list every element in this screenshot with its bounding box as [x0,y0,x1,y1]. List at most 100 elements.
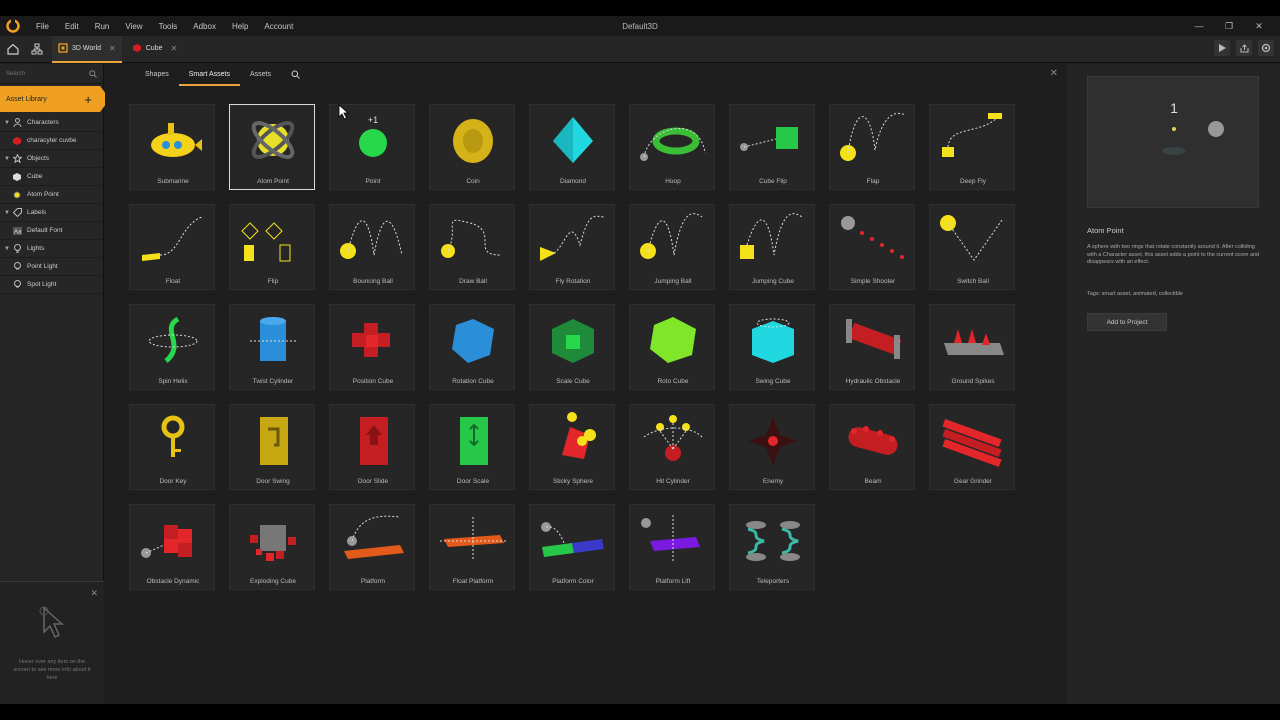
collapse-arrow-icon[interactable]: ▼ [4,156,12,162]
minimize-icon[interactable]: — [1184,16,1214,36]
asset-card-flap[interactable]: Flap [829,104,915,190]
asset-label: Twist Cylinder [252,378,294,385]
tab-shapes[interactable]: Shapes [135,64,179,86]
draw-ball-thumbnail-icon [441,219,501,258]
asset-card-jumping-ball[interactable]: Jumping Ball [629,204,715,290]
asset-card-obstacle-dynamic[interactable]: Obstacle Dynamic [129,504,215,590]
play-icon[interactable] [1214,40,1230,56]
asset-card-door-slide[interactable]: Door Slide [329,404,415,490]
asset-label: Coin [466,178,480,185]
tree-group-characters[interactable]: ▼ Characters [0,114,104,132]
asset-card-roto-cube[interactable]: Roto Cube [629,304,715,390]
asset-card-atom-point[interactable]: Atom Point [229,104,315,190]
label-icon [12,208,22,218]
collapse-arrow-icon[interactable]: ▼ [4,210,12,216]
search-field[interactable]: Search [0,64,103,84]
asset-label: Submarine [157,178,189,185]
asset-card-jumping-cube[interactable]: Jumping Cube [729,204,815,290]
add-to-project-button[interactable]: Add to Project [1087,313,1167,331]
add-icon[interactable]: + [84,92,92,107]
asset-card-switch-ball[interactable]: Switch Ball [929,204,1015,290]
tree-item[interactable]: Cube [0,168,104,186]
asset-card-fly-rotation[interactable]: Fly Rotation [529,204,615,290]
hierarchy-icon[interactable] [26,38,48,60]
title-bar: File Edit Run View Tools Adbox Help Account Def… [0,16,1280,36]
asset-card-hydraulic-obstacle[interactable]: Hydraulic Obstacle [829,304,915,390]
asset-card-door-key[interactable]: Door Key [129,404,215,490]
asset-card-ground-spikes[interactable]: Ground Spikes [929,304,1015,390]
asset-card-sticky-sphere[interactable]: Sticky Sphere [529,404,615,490]
close-tab-icon[interactable]: ✕ [170,44,177,53]
menu-item-file[interactable]: File [36,22,49,31]
asset-card-hit-cylinder[interactable]: Hit Cylinder [629,404,715,490]
svg-text:+1: +1 [368,115,378,125]
tree-group-lights[interactable]: ▼ Lights [0,240,104,258]
settings-icon[interactable] [1258,40,1274,56]
menu-item-adbox[interactable]: Adbox [193,22,216,31]
search-icon[interactable] [281,64,310,86]
asset-card-diamond[interactable]: Diamond [529,104,615,190]
tab-3d-world[interactable]: 3D World ✕ [52,35,122,63]
asset-card-platform[interactable]: Platform [329,504,415,590]
tree-group-labels[interactable]: ▼ Labels [0,204,104,222]
tree-item[interactable]: Aa Default Font [0,222,104,240]
menu-item-tools[interactable]: Tools [159,22,178,31]
asset-card-beam[interactable]: Beam [829,404,915,490]
asset-card-simple-shooter[interactable]: Simple Shooter [829,204,915,290]
asset-library-button[interactable]: Asset Library + [0,86,110,112]
asset-card-position-cube[interactable]: Position Cube [329,304,415,390]
asset-label: Deep Fly [959,178,986,185]
tab-cube[interactable]: Cube ✕ [126,36,183,63]
asset-card-flip[interactable]: Flip [229,204,315,290]
tree-item[interactable]: Atom Point [0,186,104,204]
float-thumbnail-icon [142,216,203,261]
tree-group-objects[interactable]: ▼ Objects [0,150,104,168]
asset-card-hoop[interactable]: Hoop [629,104,715,190]
tab-assets[interactable]: Assets [240,64,281,86]
asset-card-coin[interactable]: Coin [429,104,515,190]
asset-card-scale-cube[interactable]: Scale Cube [529,304,615,390]
menu-item-run[interactable]: Run [95,22,110,31]
asset-card-swing-cube[interactable]: Swing Cube [729,304,815,390]
asset-card-door-swing[interactable]: Door Swing [229,404,315,490]
home-icon[interactable] [2,38,24,60]
search-icon[interactable] [89,69,97,78]
share-icon[interactable] [1236,40,1252,56]
asset-card-cube-flip[interactable]: Cube Flip [729,104,815,190]
close-icon[interactable]: ✕ [90,588,98,599]
menu-item-edit[interactable]: Edit [65,22,79,31]
cube-icon [12,136,22,146]
collapse-arrow-icon[interactable]: ▼ [4,120,12,126]
asset-card-platform-color[interactable]: Platform Color [529,504,615,590]
tree-item[interactable]: Spot Light [0,276,104,294]
asset-card-twist-cylinder[interactable]: Twist Cylinder [229,304,315,390]
asset-card-door-scale[interactable]: Door Scale [429,404,515,490]
asset-label: Cube Flip [759,178,787,185]
exploding-cube-thumbnail-icon [250,525,296,561]
tab-smart-assets[interactable]: Smart Assets [178,64,240,86]
collapse-arrow-icon[interactable]: ▼ [4,246,12,252]
asset-card-teleporters[interactable]: Teleporters [729,504,815,590]
tree-item[interactable]: Point Light [0,258,104,276]
asset-card-spin-helix[interactable]: Spin Helix [129,304,215,390]
close-window-icon[interactable]: ✕ [1244,16,1274,36]
asset-card-enemy[interactable]: Enemy [729,404,815,490]
asset-card-draw-ball[interactable]: Draw Ball [429,204,515,290]
asset-card-exploding-cube[interactable]: Exploding Cube [229,504,315,590]
asset-card-float[interactable]: Float [129,204,215,290]
menu-item-view[interactable]: View [125,22,142,31]
menu-item-account[interactable]: Account [264,22,293,31]
tree-item[interactable]: characyter cuvbe [0,132,104,150]
asset-card-gear-grinder[interactable]: Gear Grinder [929,404,1015,490]
close-icon[interactable]: ✕ [1050,68,1058,79]
asset-card-platform-lift[interactable]: Platform Lift [629,504,715,590]
asset-card-submarine[interactable]: Submarine [129,104,215,190]
menu-item-help[interactable]: Help [232,22,248,31]
asset-label: Spin Helix [158,378,188,385]
maximize-icon[interactable]: ❐ [1214,16,1244,36]
asset-card-rotation-cube[interactable]: Rotation Cube [429,304,515,390]
asset-card-float-platform[interactable]: Float Platform [429,504,515,590]
asset-card-deep-fly[interactable]: Deep Fly [929,104,1015,190]
close-tab-icon[interactable]: ✕ [109,44,116,53]
asset-card-bouncing-ball[interactable]: Bouncing Ball [329,204,415,290]
